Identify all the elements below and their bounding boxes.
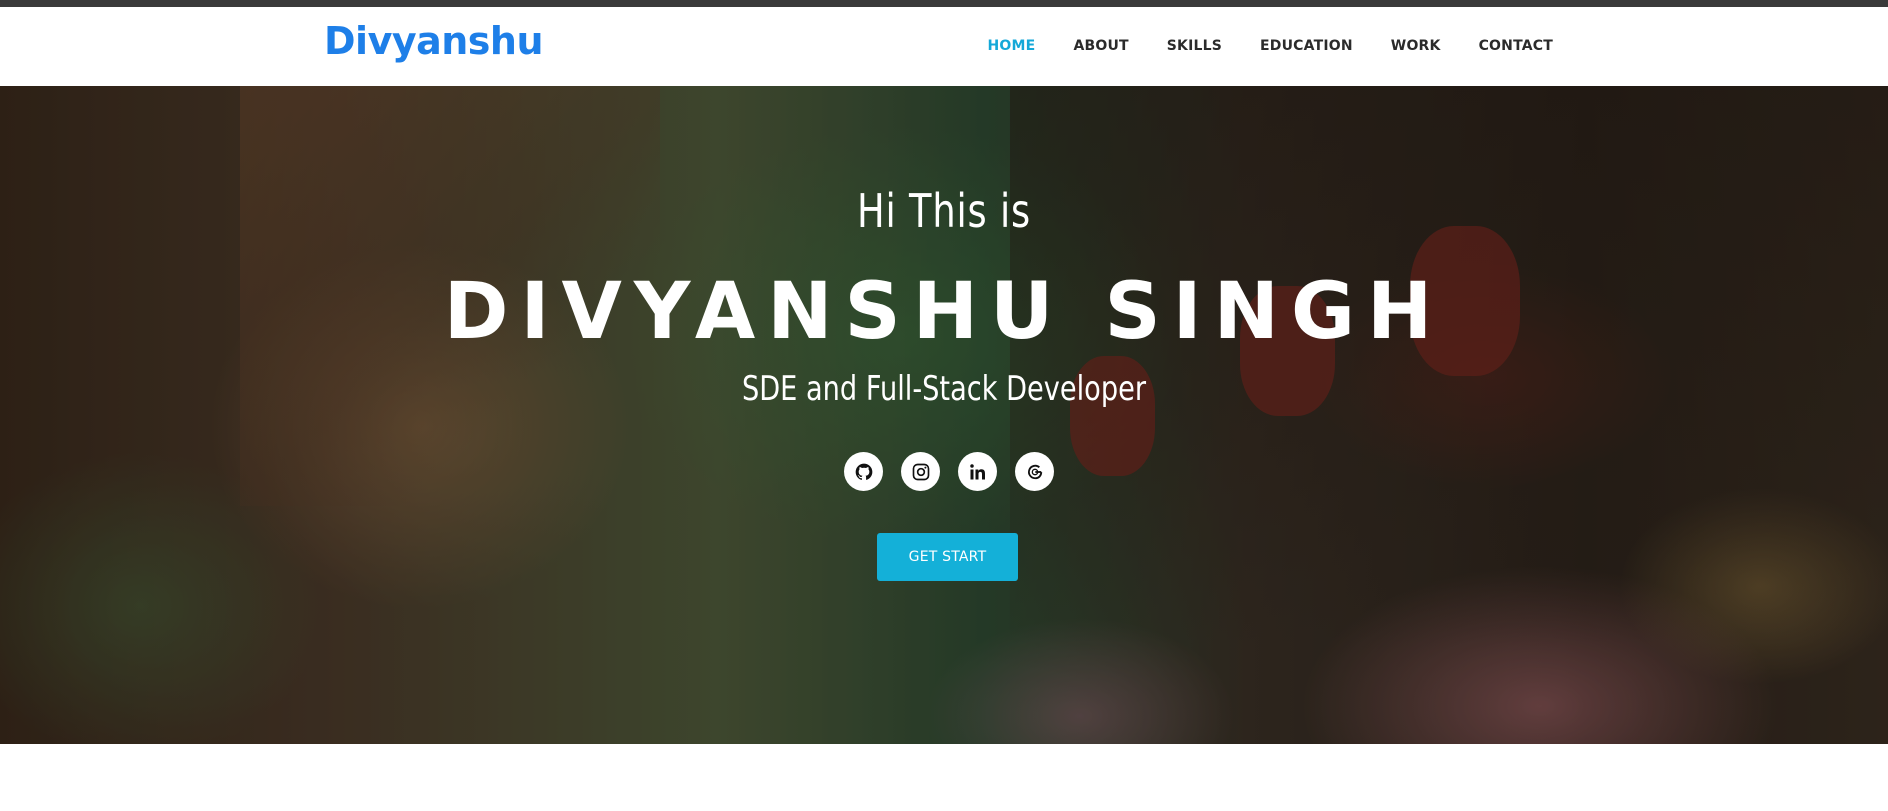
google-link[interactable] (1015, 452, 1054, 491)
linkedin-link[interactable] (958, 452, 997, 491)
nav-item-skills[interactable]: SKILLS (1167, 38, 1222, 54)
nav-item-contact[interactable]: CONTACT (1479, 38, 1553, 54)
nav-menu: HOME ABOUT SKILLS EDUCATION WORK CONTACT (950, 38, 1553, 54)
hero-role: SDE and Full-Stack Developer (741, 369, 1147, 409)
social-links (844, 452, 1054, 491)
github-icon (855, 463, 872, 480)
instagram-link[interactable] (901, 452, 940, 491)
nav-item-home[interactable]: HOME (988, 38, 1036, 54)
brand-logo[interactable]: Divyanshu (324, 19, 544, 63)
nav-item-education[interactable]: EDUCATION (1260, 38, 1353, 54)
linkedin-icon (969, 463, 985, 479)
navbar: Divyanshu HOME ABOUT SKILLS EDUCATION WO… (0, 7, 1888, 86)
top-strip (0, 0, 1888, 7)
github-link[interactable] (844, 452, 883, 491)
hero-name: DIVYANSHU SINGH (443, 267, 1445, 357)
google-icon (1027, 464, 1042, 479)
nav-item-work[interactable]: WORK (1391, 38, 1441, 54)
nav-item-about[interactable]: ABOUT (1073, 38, 1128, 54)
get-start-button[interactable]: GET START (877, 533, 1018, 581)
hero-greeting: Hi This is (857, 184, 1031, 238)
instagram-icon (912, 463, 929, 480)
hero-content: Hi This is DIVYANSHU SINGH SDE and Full-… (0, 86, 1888, 744)
hero-section: Hi This is DIVYANSHU SINGH SDE and Full-… (0, 86, 1888, 744)
